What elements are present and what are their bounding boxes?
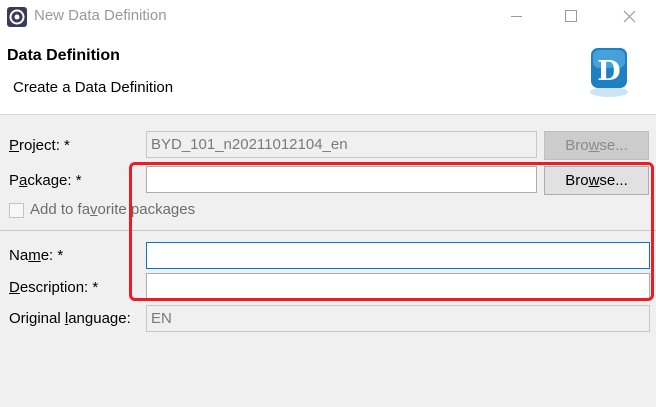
package-label: Package: * bbox=[9, 172, 82, 189]
window-title: New Data Definition bbox=[34, 7, 167, 24]
dialog-header: Data Definition Create a Data Definition… bbox=[0, 33, 656, 114]
header-title: Data Definition bbox=[7, 47, 120, 64]
favorite-packages-checkbox bbox=[9, 203, 24, 218]
header-separator bbox=[0, 114, 656, 115]
description-label: Description: * bbox=[9, 279, 99, 296]
original-language-label: Original language: bbox=[9, 310, 131, 327]
original-language-field: EN bbox=[146, 305, 650, 332]
project-field: BYD_101_n20211012104_en bbox=[146, 131, 537, 158]
eclipse-app-icon bbox=[7, 7, 27, 27]
data-definition-logo-icon: D bbox=[590, 48, 628, 97]
project-browse-button: Browse... bbox=[544, 131, 649, 160]
title-bar: New Data Definition bbox=[0, 0, 656, 33]
name-label: Name: * bbox=[9, 247, 64, 264]
header-description: Create a Data Definition bbox=[13, 79, 174, 96]
maximize-icon[interactable] bbox=[548, 0, 594, 33]
close-icon[interactable] bbox=[606, 0, 652, 33]
project-label: Project: * bbox=[9, 137, 70, 154]
minimize-icon[interactable] bbox=[494, 0, 540, 33]
highlight-annotation-box bbox=[129, 162, 654, 301]
logo-letter: D bbox=[597, 56, 620, 87]
